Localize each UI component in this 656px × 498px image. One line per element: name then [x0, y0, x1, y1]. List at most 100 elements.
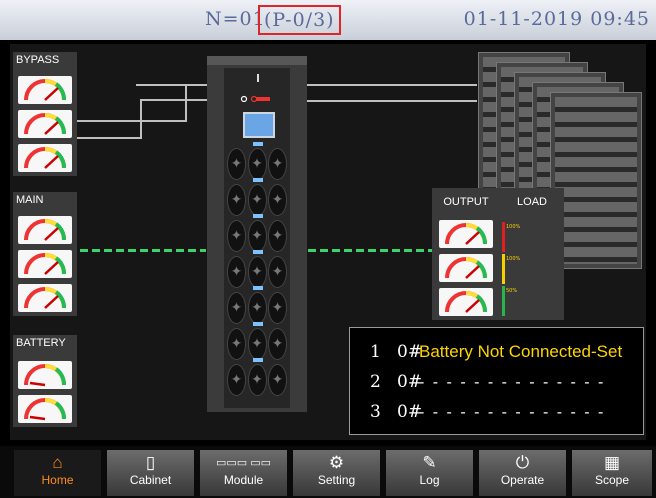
ups-cabinet[interactable]: ✦ ✦ ✦ ✦ ✦ ✦ ✦ ✦ ✦ ✦ ✦ ✦ ✦ ✦ ✦ ✦ ✦ ✦ ✦ ✦ ✦	[207, 56, 307, 412]
bypass-label: BYPASS	[16, 54, 60, 66]
load-percent: 100%	[506, 224, 521, 230]
message-number: 3	[370, 402, 381, 422]
module-led	[253, 250, 263, 254]
fan-icon: ✦	[227, 292, 246, 324]
nav-cabinet-button[interactable]: ▯ Cabinet	[107, 450, 194, 496]
gear-icon: ⚙	[328, 453, 345, 472]
nav-module-button[interactable]: ▭▭▭ ▭▭ Module	[200, 450, 287, 496]
fan-icon: ✦	[247, 220, 267, 252]
fan-row: ✦ ✦ ✦	[227, 328, 287, 360]
bypass-wire-6	[140, 99, 208, 101]
cabinet-to-rack-wire-1	[307, 84, 477, 86]
module-led	[253, 142, 263, 146]
message-text: - - - - - - - - - - - - - -	[419, 404, 606, 421]
fan-icon: ✦	[227, 328, 246, 360]
load-bar-red	[502, 222, 505, 252]
main-label: MAIN	[16, 194, 44, 206]
module-led	[253, 322, 263, 326]
fan-icon: ✦	[227, 184, 246, 216]
fan-icon: ✦	[227, 148, 246, 180]
output-label: OUTPUT	[443, 196, 489, 208]
status-bar: N=01 (P-0/3) 01-11-2019 09:45	[0, 0, 656, 40]
fan-icon: ✦	[268, 148, 287, 180]
bypass-wire-4	[77, 137, 142, 139]
nav-home-button[interactable]: ⌂ Home	[14, 450, 101, 496]
nav-scope-button[interactable]: ▦ Scope	[572, 450, 652, 496]
load-bar-green	[502, 286, 505, 316]
message-number: 2	[370, 372, 381, 392]
load-bar-yellow	[502, 254, 505, 284]
fan-icon: ✦	[247, 292, 267, 324]
battery-panel[interactable]: BATTERY	[13, 335, 77, 427]
cabinet-indicator	[257, 74, 259, 82]
message-line: 3 0# - - - - - - - - - - - - - -	[370, 402, 605, 422]
message-unit: 0#	[397, 402, 423, 422]
message-text: Battery Not Connected-Set	[419, 342, 623, 361]
fan-icon: ✦	[247, 364, 267, 396]
fan-row: ✦ ✦ ✦	[227, 256, 287, 288]
load-percent: 50%	[506, 288, 518, 294]
cabinet-screen	[243, 112, 275, 138]
parallel-status[interactable]: (P-0/3)	[258, 5, 341, 35]
output-gauge-icon	[439, 220, 493, 248]
output-line	[308, 249, 432, 252]
load-label: LOAD	[517, 196, 547, 208]
cabinet-to-rack-wire-2	[307, 100, 477, 102]
fan-icon: ✦	[247, 148, 267, 180]
fan-row: ✦ ✦ ✦	[227, 220, 287, 252]
nav-setting-button[interactable]: ⚙ Setting	[293, 450, 380, 496]
battery-label: BATTERY	[16, 337, 66, 349]
bottom-nav: ⌂ Home ▯ Cabinet ▭▭▭ ▭▭ Module ⚙ Setting…	[0, 446, 656, 498]
log-icon: ✎	[422, 453, 437, 472]
module-led	[253, 286, 263, 290]
main-gauge-icon	[18, 284, 72, 312]
fan-icon: ✦	[247, 328, 267, 360]
main-input-line	[80, 249, 206, 252]
fan-row: ✦ ✦ ✦	[227, 292, 287, 324]
main-gauge-icon	[18, 216, 72, 244]
fan-icon: ✦	[268, 292, 287, 324]
message-text: - - - - - - - - - - - - - -	[419, 374, 606, 391]
fan-icon: ✦	[247, 256, 267, 288]
cabinet-icon: ▯	[145, 453, 156, 472]
fan-row: ✦ ✦ ✦	[227, 184, 287, 216]
bypass-gauge-icon	[18, 76, 72, 104]
fan-icon: ✦	[268, 184, 287, 216]
fan-icon: ✦	[268, 364, 287, 396]
module-icon: ▭▭▭ ▭▭	[215, 457, 272, 469]
fan-icon: ✦	[268, 220, 287, 252]
module-led	[253, 358, 263, 362]
message-line: 2 0# - - - - - - - - - - - - - -	[370, 372, 605, 392]
battery-gauge-icon	[18, 395, 72, 423]
fan-icon: ✦	[268, 256, 287, 288]
nav-label: Log	[419, 473, 440, 487]
load-percent: 100%	[506, 256, 521, 262]
nav-label: Module	[223, 473, 264, 487]
breaker-icon	[240, 88, 276, 103]
nav-label: Cabinet	[129, 473, 172, 487]
home-icon: ⌂	[52, 453, 63, 472]
nav-label: Setting	[317, 473, 356, 487]
main-panel[interactable]: MAIN	[13, 192, 77, 316]
nav-label: Home	[41, 473, 74, 487]
fan-icon: ✦	[227, 256, 246, 288]
output-gauge-icon	[439, 254, 493, 282]
datetime: 01-11-2019 09:45	[463, 8, 650, 30]
load-panel[interactable]: LOAD 100% 100% 50%	[500, 188, 564, 320]
nav-operate-button[interactable]: ⏻ Operate	[479, 450, 566, 496]
bypass-wire-1	[77, 120, 187, 122]
module-led	[253, 214, 263, 218]
bypass-panel[interactable]: BYPASS	[13, 52, 77, 176]
fan-icon: ✦	[227, 220, 246, 252]
module-led	[253, 178, 263, 182]
output-panel[interactable]: OUTPUT	[432, 188, 500, 320]
bypass-wire-5	[140, 99, 142, 139]
message-line: 1 0# Battery Not Connected-Set	[370, 342, 622, 362]
fan-icon: ✦	[247, 184, 267, 216]
output-gauge-icon	[439, 288, 493, 316]
message-unit: 0#	[397, 372, 423, 392]
bypass-gauge-icon	[18, 110, 72, 138]
fan-icon: ✦	[227, 364, 246, 396]
nav-log-button[interactable]: ✎ Log	[386, 450, 473, 496]
alarm-message-box[interactable]: 1 0# Battery Not Connected-Set 2 0# - - …	[349, 327, 644, 435]
